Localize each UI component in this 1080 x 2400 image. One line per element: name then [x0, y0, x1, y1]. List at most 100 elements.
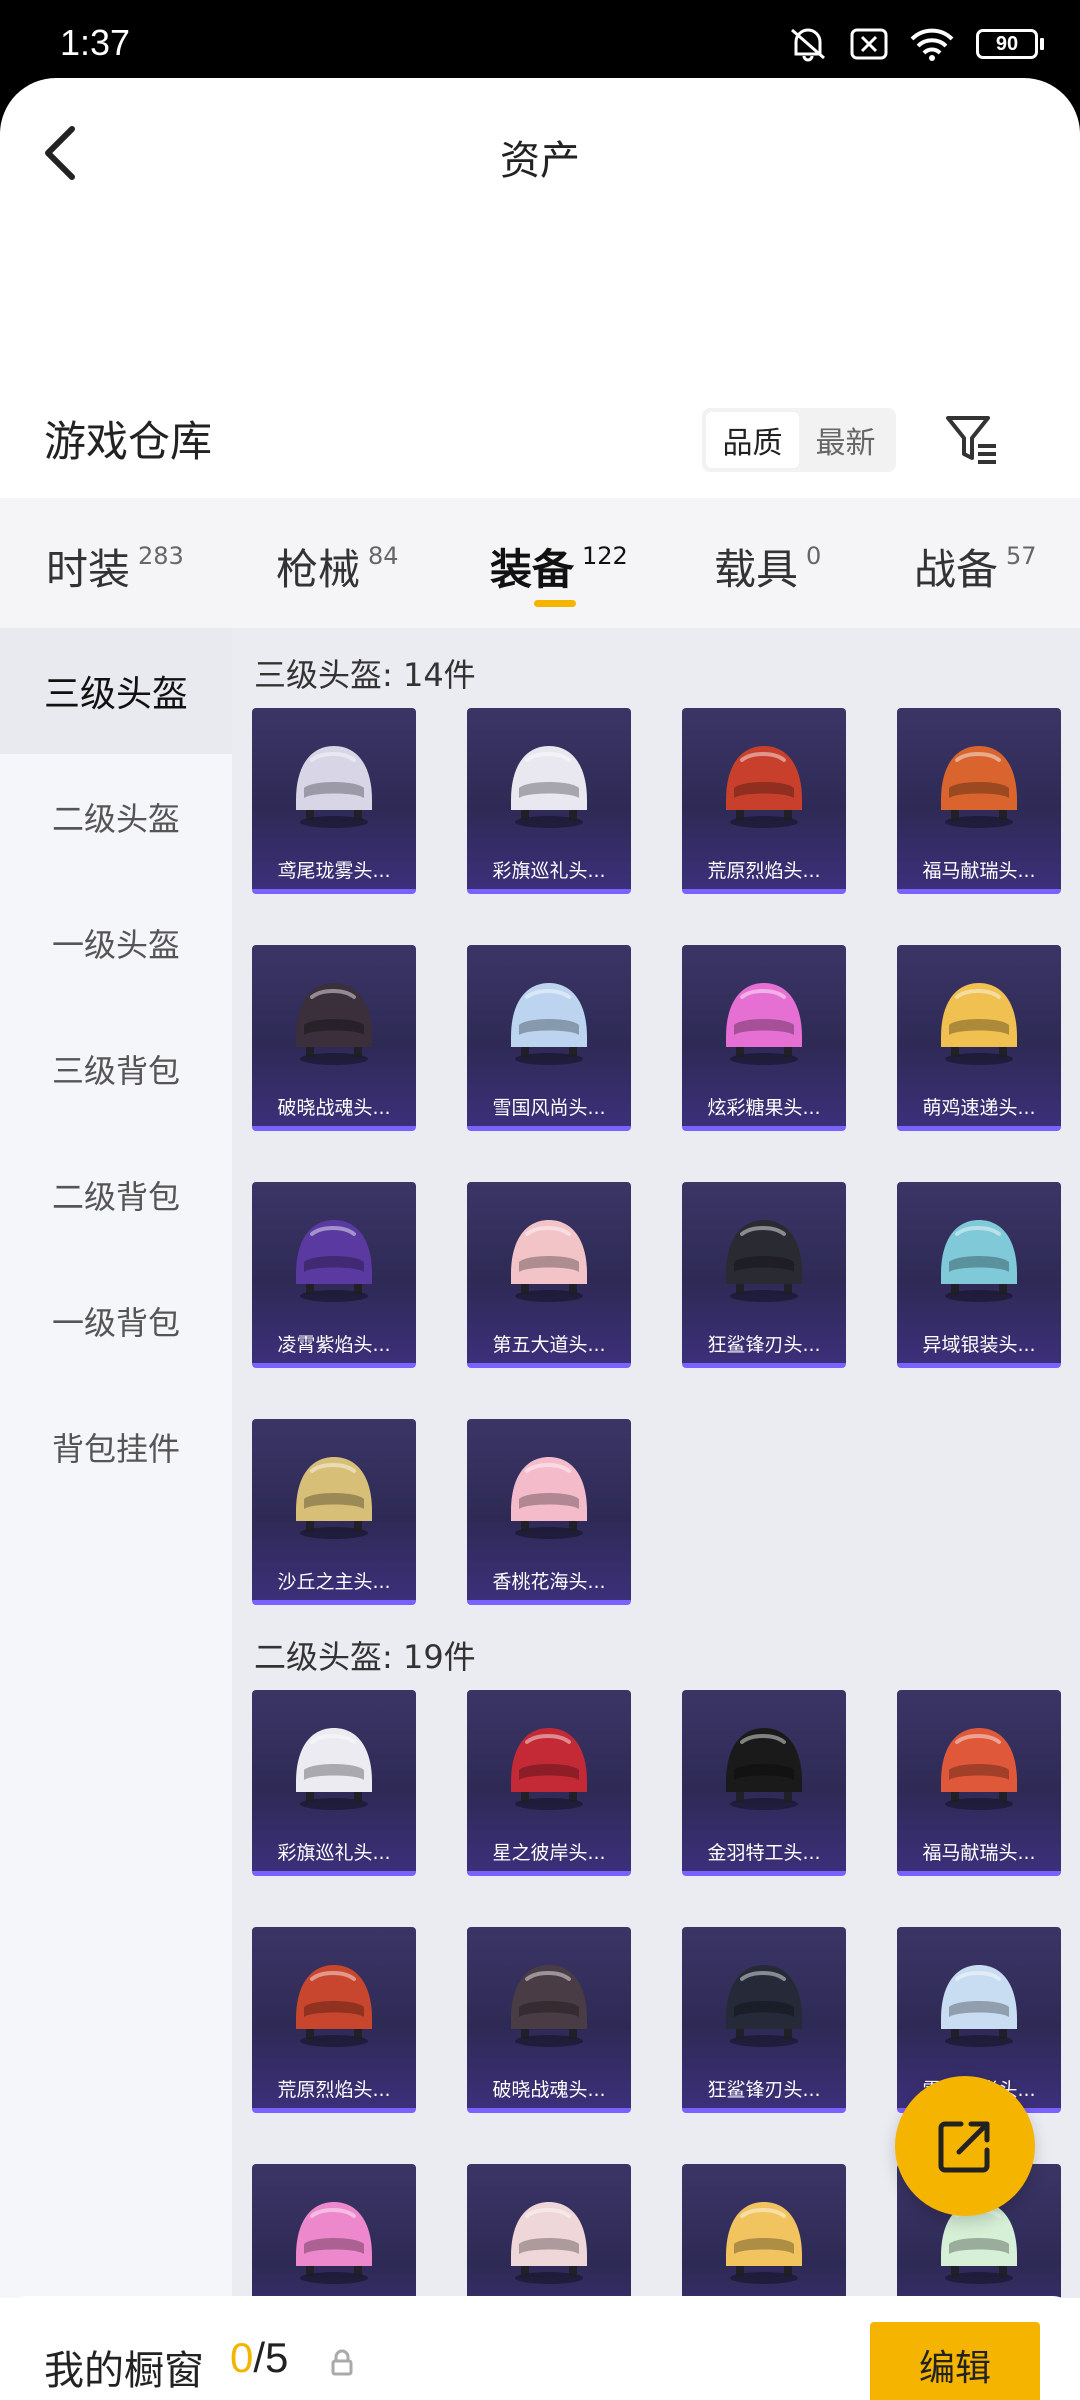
item-name: 香桃花海头... — [492, 1571, 606, 1593]
item-card[interactable] — [682, 2164, 846, 2298]
item-name: 金羽特工头... — [707, 1842, 821, 1864]
category-tabs: 时装 283 枪械 84 装备 122 载具 0 战备 57 — [0, 498, 1080, 628]
sort-newest-button[interactable]: 最新 — [799, 412, 892, 468]
item-card[interactable]: 异域银装头... — [897, 1182, 1061, 1368]
item-card[interactable] — [467, 2164, 631, 2298]
item-name: 第五大道头... — [492, 1334, 606, 1356]
sidebar-item-level1-backpack[interactable]: 一级背包 — [0, 1258, 232, 1384]
item-name: 荒原烈焰头... — [707, 860, 821, 882]
tab-fashion[interactable]: 时装 283 — [46, 536, 184, 597]
item-name: 彩旗巡礼头... — [277, 1842, 391, 1864]
helmet-icon — [726, 1220, 802, 1302]
sidebar-item-level3-helmet[interactable]: 三级头盔 — [0, 628, 232, 754]
helmet-icon — [511, 746, 587, 828]
showcase-count: 0/5 — [230, 2334, 288, 2382]
item-name: 星之彼岸头... — [492, 1842, 606, 1864]
battery-level: 90 — [976, 29, 1038, 59]
item-card[interactable] — [252, 2164, 416, 2298]
page-title: 资产 — [500, 138, 580, 184]
share-external-icon — [938, 2121, 990, 2173]
filter-button[interactable] — [940, 408, 1004, 472]
helmet-icon — [941, 746, 1017, 828]
item-card[interactable]: 星之彼岸头... — [467, 1690, 631, 1876]
section-title: 二级头盔: 19件 — [254, 1638, 476, 1676]
helmet-icon — [296, 1728, 372, 1810]
item-name: 彩旗巡礼头... — [492, 860, 606, 882]
edit-button[interactable]: 编辑 — [870, 2322, 1040, 2400]
item-name: 雪国风尚头... — [492, 1097, 606, 1119]
item-card[interactable]: 破晓战魂头... — [467, 1927, 631, 2113]
item-name: 凌霄紫焰头... — [277, 1334, 391, 1356]
helmet-icon — [941, 1220, 1017, 1302]
tab-guns[interactable]: 枪械 84 — [276, 536, 399, 597]
share-button[interactable] — [895, 2076, 1035, 2216]
battery-icon: 90 — [976, 29, 1044, 59]
helmet-icon — [726, 2202, 802, 2284]
tab-count: 283 — [138, 542, 184, 570]
item-card[interactable]: 雪国风尚头... — [467, 945, 631, 1131]
item-card[interactable]: 彩旗巡礼头... — [252, 1690, 416, 1876]
showcase-label: 我的橱窗 — [44, 2348, 204, 2394]
item-name: 荒原烈焰头... — [277, 2079, 391, 2101]
helmet-icon — [296, 2202, 372, 2284]
lock-icon — [331, 2349, 353, 2376]
mute-vibrate-icon — [791, 28, 825, 62]
tab-count: 122 — [582, 542, 628, 570]
no-sim-icon — [850, 28, 888, 60]
item-name: 狂鲨锋刃头... — [707, 1334, 821, 1356]
tab-count: 0 — [806, 542, 822, 570]
item-card[interactable]: 荒原烈焰头... — [682, 708, 846, 894]
helmet-icon — [296, 1220, 372, 1302]
sidebar-item-level2-helmet[interactable]: 二级头盔 — [0, 754, 232, 880]
item-card[interactable]: 鸢尾珑雾头... — [252, 708, 416, 894]
helmet-icon — [511, 1457, 587, 1539]
item-card[interactable]: 福马献瑞头... — [897, 1690, 1061, 1876]
item-name: 鸢尾珑雾头... — [277, 860, 391, 882]
item-card[interactable]: 狂鲨锋刃头... — [682, 1182, 846, 1368]
item-card[interactable]: 萌鸡速递头... — [897, 945, 1061, 1131]
tab-vehicles[interactable]: 载具 0 — [714, 536, 821, 597]
item-name: 破晓战魂头... — [492, 2079, 606, 2101]
item-card[interactable]: 荒原烈焰头... — [252, 1927, 416, 2113]
helmet-icon — [726, 1965, 802, 2047]
sidebar-item-level3-backpack[interactable]: 三级背包 — [0, 1006, 232, 1132]
item-card[interactable]: 炫彩糖果头... — [682, 945, 846, 1131]
item-card[interactable]: 沙丘之主头... — [252, 1419, 416, 1605]
status-icons: 90 — [788, 26, 1044, 62]
tab-count: 84 — [368, 542, 399, 570]
item-card[interactable]: 第五大道头... — [467, 1182, 631, 1368]
helmet-icon — [511, 1220, 587, 1302]
helmet-icon — [511, 1965, 587, 2047]
sort-toggle: 品质 最新 — [702, 408, 896, 472]
item-card[interactable]: 狂鲨锋刃头... — [682, 1927, 846, 2113]
active-tab-indicator — [534, 600, 576, 607]
sidebar-item-level1-helmet[interactable]: 一级头盔 — [0, 880, 232, 1006]
item-card[interactable]: 香桃花海头... — [467, 1419, 631, 1605]
helmet-icon — [296, 983, 372, 1065]
helmet-icon — [296, 746, 372, 828]
item-card[interactable]: 彩旗巡礼头... — [467, 708, 631, 894]
item-card[interactable]: 凌霄紫焰头... — [252, 1182, 416, 1368]
item-grid: 三级头盔: 14件 鸢尾珑雾头... 彩旗巡礼头... 荒原烈焰头... 福马献瑞头.… — [232, 628, 1080, 2298]
item-card[interactable]: 金羽特工头... — [682, 1690, 846, 1876]
item-card[interactable]: 福马献瑞头... — [897, 708, 1061, 894]
tab-label: 时装 — [46, 545, 131, 594]
sidebar-item-backpack-charm[interactable]: 背包挂件 — [0, 1384, 232, 1510]
filter-icon — [946, 416, 996, 464]
sidebar-item-level2-backpack[interactable]: 二级背包 — [0, 1132, 232, 1258]
tab-equipment[interactable]: 装备 122 — [490, 536, 628, 597]
tab-count: 57 — [1006, 542, 1037, 570]
item-name: 福马献瑞头... — [922, 860, 1036, 882]
item-card[interactable]: 破晓战魂头... — [252, 945, 416, 1131]
helmet-icon — [296, 1457, 372, 1539]
tab-label: 枪械 — [276, 545, 361, 594]
tab-label: 装备 — [490, 545, 575, 594]
helmet-icon — [511, 1728, 587, 1810]
warehouse-title: 游戏仓库 — [44, 417, 213, 466]
tab-supplies[interactable]: 战备 57 — [914, 536, 1037, 597]
item-name: 狂鲨锋刃头... — [707, 2079, 821, 2101]
wifi-icon — [910, 28, 954, 61]
subcategory-sidebar: 三级头盔 二级头盔 一级头盔 三级背包 二级背包 一级背包 背包挂件 — [0, 628, 232, 2298]
item-name: 福马献瑞头... — [922, 1842, 1036, 1864]
sort-quality-button[interactable]: 品质 — [706, 412, 799, 468]
